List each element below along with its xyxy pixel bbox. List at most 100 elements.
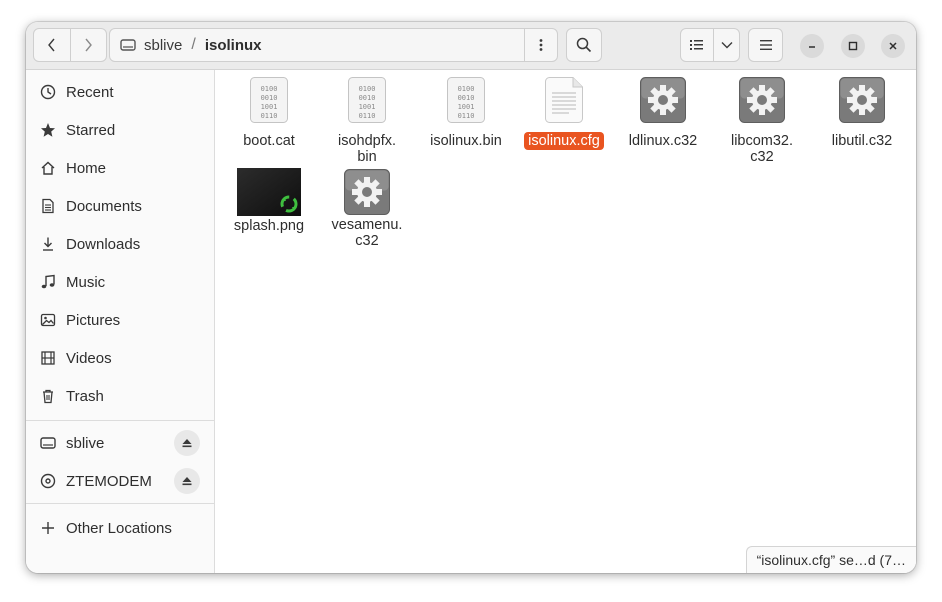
view-options-button[interactable] (714, 29, 739, 61)
sidebar-item-videos[interactable]: Videos (26, 340, 214, 376)
vertical-dots-icon (539, 39, 543, 51)
file-name: boot.cat (243, 133, 295, 149)
video-icon (39, 349, 57, 367)
svg-text:0110: 0110 (359, 112, 376, 120)
file-item[interactable]: 0100 0010 1001 0110 isohdpfx. bin (319, 77, 415, 167)
list-view-icon (690, 40, 704, 50)
sidebar-item-label: Downloads (66, 235, 141, 253)
sidebar-item-sblive[interactable]: sblive (26, 425, 214, 461)
sidebar-item-documents[interactable]: Documents (26, 188, 214, 224)
file-name: libutil.c32 (831, 133, 893, 149)
minimize-button[interactable] (800, 34, 824, 58)
breadcrumb-item-sblive[interactable]: sblive (144, 37, 182, 54)
file-item-selected[interactable]: isolinux.cfg (516, 77, 612, 157)
file-item[interactable]: 0100 0010 1001 0110 boot.cat (221, 77, 317, 157)
star-icon (39, 121, 57, 139)
sidebar-item-pictures[interactable]: Pictures (26, 302, 214, 338)
svg-text:0110: 0110 (261, 112, 278, 120)
sidebar-item-label: Documents (66, 197, 142, 215)
sidebar-item-label: Pictures (66, 311, 121, 329)
file-name: isolinux.bin (430, 133, 502, 149)
drive-icon (39, 434, 57, 452)
sidebar-item-label: Trash (66, 387, 104, 405)
sidebar-item-ztemodem[interactable]: ZTEMODEM (26, 463, 214, 499)
main-menu-button[interactable] (748, 28, 783, 62)
music-icon (39, 273, 57, 291)
eject-button-sblive[interactable] (174, 430, 200, 456)
sidebar-item-label: ZTEMODEM (66, 472, 152, 490)
gear-icon (739, 77, 785, 123)
file-item[interactable]: libcom32. c32 (714, 77, 810, 167)
sidebar-divider (26, 420, 214, 421)
svg-text:0100: 0100 (359, 85, 376, 93)
gear-icon (640, 77, 686, 123)
svg-text:1001: 1001 (359, 103, 376, 111)
selected-file-label: isolinux.cfg (524, 132, 604, 150)
sidebar: Recent Starred Home Documents Downloads … (26, 70, 215, 573)
chevron-left-icon (47, 38, 55, 52)
list-view-button[interactable] (681, 29, 715, 61)
forward-button[interactable] (70, 29, 106, 61)
breadcrumb-item-isolinux[interactable]: isolinux (205, 37, 262, 54)
sidebar-item-label: Other Locations (66, 519, 172, 537)
sidebar-item-label: Music (66, 273, 106, 291)
eject-button-ztemodem[interactable] (174, 468, 200, 494)
binary-file-icon: 0100 0010 1001 0110 (250, 77, 288, 123)
file-item[interactable]: 0100 0010 1001 0110 isolinux.bin (418, 77, 514, 157)
search-button[interactable] (566, 28, 602, 62)
file-item[interactable]: ldlinux.c32 (615, 77, 711, 157)
sidebar-item-starred[interactable]: Starred (26, 112, 214, 148)
clock-icon (39, 83, 57, 101)
home-icon (39, 159, 57, 177)
breadcrumb-separator: / (191, 36, 196, 53)
header-bar: sblive / isolinux (26, 22, 916, 70)
image-thumbnail-icon (237, 168, 301, 216)
svg-text:0100: 0100 (458, 85, 475, 93)
sidebar-item-downloads[interactable]: Downloads (26, 226, 214, 262)
sidebar-item-label: Recent (66, 83, 114, 101)
sidebar-item-label: Videos (66, 349, 112, 367)
path-menu-button[interactable] (524, 29, 557, 61)
back-button[interactable] (34, 29, 70, 61)
sidebar-item-label: Home (66, 159, 107, 177)
trash-icon (39, 387, 57, 405)
svg-text:1001: 1001 (261, 103, 278, 111)
chevron-right-icon (85, 38, 93, 52)
svg-text:0010: 0010 (261, 94, 278, 102)
status-bar: “isolinux.cfg” se…d (7… (745, 546, 916, 573)
maximize-icon (848, 41, 858, 51)
svg-text:0010: 0010 (458, 94, 475, 102)
binary-file-icon: 0100 0010 1001 0110 (348, 77, 386, 123)
sidebar-item-other-locations[interactable]: Other Locations (26, 510, 214, 546)
svg-text:0100: 0100 (261, 85, 278, 93)
sidebar-item-label: Starred (66, 121, 116, 139)
file-name: vesamenu. c32 (331, 217, 403, 249)
svg-text:1001: 1001 (458, 103, 475, 111)
binary-file-icon: 0100 0010 1001 0110 (447, 77, 485, 123)
file-item[interactable]: splash.png (221, 168, 317, 240)
sidebar-item-trash[interactable]: Trash (26, 378, 214, 414)
maximize-button[interactable] (841, 34, 865, 58)
chevron-down-icon (721, 42, 733, 49)
file-item[interactable]: libutil.c32 (814, 77, 910, 157)
file-name: isolinux.cfg (516, 132, 612, 150)
svg-text:0110: 0110 (458, 112, 475, 120)
picture-icon (39, 311, 57, 329)
close-button[interactable] (881, 34, 905, 58)
close-icon (889, 42, 897, 50)
gear-icon (344, 169, 390, 215)
file-manager-window: sblive / isolinux Recent Starred Home Do… (26, 22, 916, 573)
document-icon (39, 197, 57, 215)
file-item[interactable]: vesamenu. c32 (319, 169, 415, 259)
eject-icon (182, 439, 192, 448)
sidebar-item-music[interactable]: Music (26, 264, 214, 300)
sidebar-item-recent[interactable]: Recent (26, 74, 214, 110)
sidebar-item-home[interactable]: Home (26, 150, 214, 186)
hamburger-icon (759, 40, 772, 50)
gear-icon (839, 77, 885, 123)
sidebar-divider (26, 503, 214, 504)
file-name: isohdpfx. bin (337, 133, 397, 165)
status-text: “isolinux.cfg” se…d (7… (756, 552, 906, 568)
sidebar-item-label: sblive (66, 434, 105, 452)
text-file-icon (545, 77, 583, 123)
